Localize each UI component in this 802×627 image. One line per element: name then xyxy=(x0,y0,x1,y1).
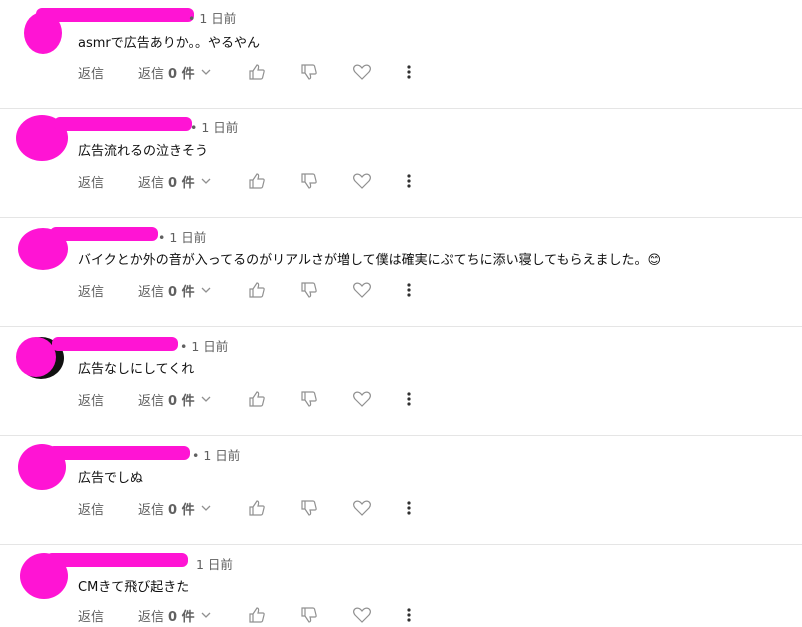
thumb-down-icon[interactable] xyxy=(300,278,352,302)
thumb-up-icon[interactable] xyxy=(248,278,300,302)
chevron-down-icon xyxy=(199,65,213,79)
comment-timestamp[interactable]: 1 日前 xyxy=(196,554,233,573)
replies-label: 返信 xyxy=(138,175,165,191)
heart-icon[interactable] xyxy=(352,60,404,84)
chevron-down-icon xyxy=(199,283,213,297)
replies-label: 返信 xyxy=(138,502,165,518)
chevron-down-icon xyxy=(199,174,213,188)
comment: • 1 日前 広告なしにしてくれ 返信 返信 0 件 xyxy=(0,327,802,436)
chevron-down-icon xyxy=(199,501,213,515)
comment: • 1 日前 バイクとか外の音が入ってるのがリアルさが増して僕は確実にぷてちに添… xyxy=(0,218,802,327)
redacted-username xyxy=(48,446,190,460)
thumb-up-icon[interactable] xyxy=(248,603,300,627)
comment-text: バイクとか外の音が入ってるのがリアルさが増して僕は確実にぷてちに添い寝してもらえ… xyxy=(78,253,662,268)
view-replies-button[interactable]: 返信 0 件 xyxy=(138,390,248,409)
thumb-up-icon[interactable] xyxy=(248,387,300,411)
more-vert-icon[interactable] xyxy=(404,496,456,520)
comment-text: 広告でしぬ xyxy=(78,471,144,486)
comment-timestamp[interactable]: • 1 日前 xyxy=(180,336,228,355)
heart-icon[interactable] xyxy=(352,496,404,520)
replies-count: 0 件 xyxy=(168,284,195,300)
heart-icon[interactable] xyxy=(352,603,404,627)
replies-count: 0 件 xyxy=(168,66,195,82)
redacted-username xyxy=(36,8,194,22)
comment-actions: 返信 返信 0 件 xyxy=(78,387,456,411)
comment-actions: 返信 返信 0 件 xyxy=(78,603,456,627)
replies-count: 0 件 xyxy=(168,393,195,409)
more-vert-icon[interactable] xyxy=(404,60,456,84)
redacted-username xyxy=(54,117,192,131)
comment-actions: 返信 返信 0 件 xyxy=(78,60,456,84)
comment-actions: 返信 返信 0 件 xyxy=(78,278,456,302)
more-vert-icon[interactable] xyxy=(404,278,456,302)
comment-actions: 返信 返信 0 件 xyxy=(78,169,456,193)
comment: • 1 日前 広告流れるの泣きそう 返信 返信 0 件 xyxy=(0,109,802,218)
thumb-up-icon[interactable] xyxy=(248,169,300,193)
comment-timestamp[interactable]: • 1 日前 xyxy=(188,8,236,27)
comment-timestamp[interactable]: • 1 日前 xyxy=(190,117,238,136)
redacted-username xyxy=(50,227,158,241)
replies-count: 0 件 xyxy=(168,175,195,191)
comment-text: 広告流れるの泣きそう xyxy=(78,144,209,159)
thumb-down-icon[interactable] xyxy=(300,496,352,520)
thumb-down-icon[interactable] xyxy=(300,387,352,411)
more-vert-icon[interactable] xyxy=(404,387,456,411)
thumb-up-icon[interactable] xyxy=(248,496,300,520)
comment-text: CMきて飛び起きた xyxy=(78,580,190,595)
replies-count: 0 件 xyxy=(168,502,195,518)
reply-button[interactable]: 返信 xyxy=(78,281,138,300)
thumb-up-icon[interactable] xyxy=(248,60,300,84)
thumb-down-icon[interactable] xyxy=(300,603,352,627)
heart-icon[interactable] xyxy=(352,278,404,302)
reply-button[interactable]: 返信 xyxy=(78,390,138,409)
comment-text: 広告なしにしてくれ xyxy=(78,362,195,377)
replies-label: 返信 xyxy=(138,284,165,300)
replies-label: 返信 xyxy=(138,393,165,409)
comment: • 1 日前 広告でしぬ 返信 返信 0 件 xyxy=(0,436,802,545)
view-replies-button[interactable]: 返信 0 件 xyxy=(138,499,248,518)
comment-timestamp[interactable]: • 1 日前 xyxy=(192,445,240,464)
comment-actions: 返信 返信 0 件 xyxy=(78,496,456,520)
avatar-redaction xyxy=(16,337,56,377)
redacted-username xyxy=(46,553,188,567)
reply-button[interactable]: 返信 xyxy=(78,172,138,191)
chevron-down-icon xyxy=(199,608,213,622)
heart-icon[interactable] xyxy=(352,387,404,411)
thumb-down-icon[interactable] xyxy=(300,60,352,84)
redacted-username xyxy=(52,337,178,351)
replies-label: 返信 xyxy=(138,66,165,82)
comment: 1 日前 CMきて飛び起きた 返信 返信 0 件 xyxy=(0,545,802,625)
chevron-down-icon xyxy=(199,392,213,406)
heart-icon[interactable] xyxy=(352,169,404,193)
more-vert-icon[interactable] xyxy=(404,169,456,193)
comment: • 1 日前 asmrで広告ありか。。やるやん 返信 返信 0 件 xyxy=(0,0,802,109)
more-vert-icon[interactable] xyxy=(404,603,456,627)
thumb-down-icon[interactable] xyxy=(300,169,352,193)
comment-text: asmrで広告ありか。。やるやん xyxy=(78,36,260,51)
reply-button[interactable]: 返信 xyxy=(78,499,138,518)
reply-button[interactable]: 返信 xyxy=(78,63,138,82)
view-replies-button[interactable]: 返信 0 件 xyxy=(138,281,248,300)
view-replies-button[interactable]: 返信 0 件 xyxy=(138,63,248,82)
comment-timestamp[interactable]: • 1 日前 xyxy=(158,227,206,246)
view-replies-button[interactable]: 返信 0 件 xyxy=(138,172,248,191)
